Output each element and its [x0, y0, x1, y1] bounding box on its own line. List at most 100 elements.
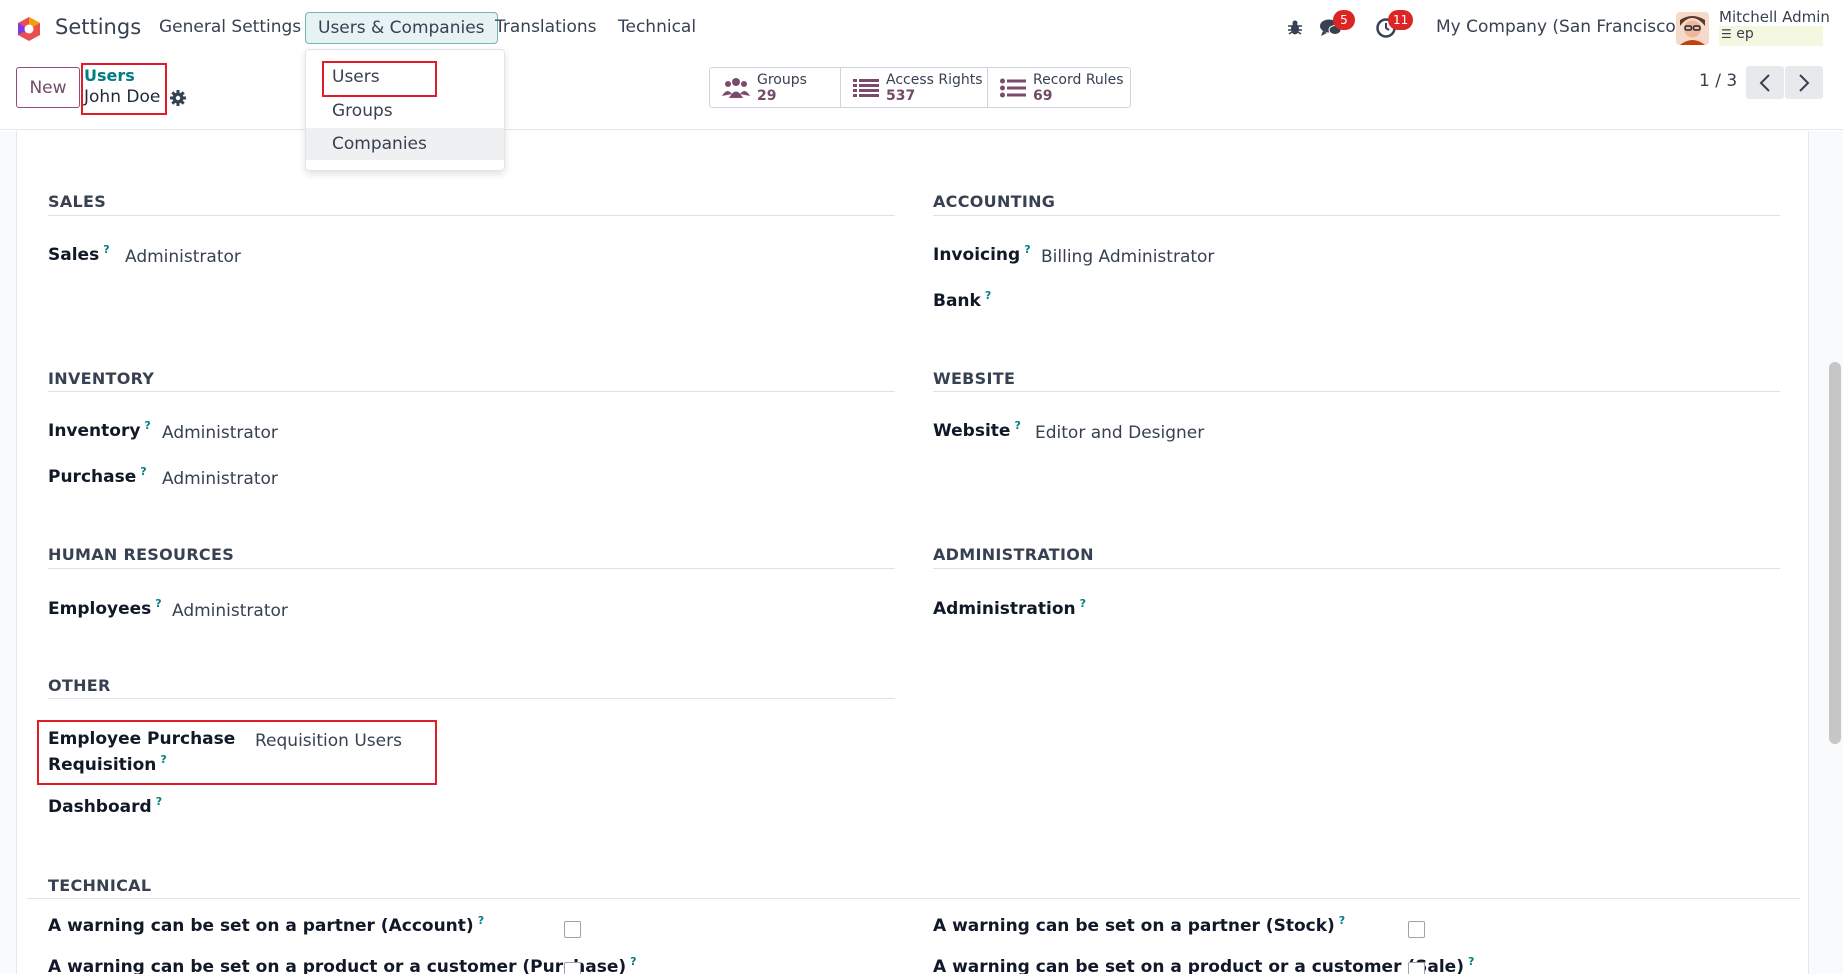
form-content: SALES Sales? Administrator ACCOUNTING In…	[0, 131, 1843, 974]
section-title-accounting: ACCOUNTING	[933, 192, 1056, 211]
groups-stat-button[interactable]: Groups 29	[710, 68, 841, 107]
field-label-sales: Sales?	[48, 243, 110, 265]
activities-badge: 11	[1388, 10, 1414, 30]
database-icon: ☰	[1721, 27, 1732, 41]
field-label-warning-partner-stock: A warning can be set on a partner (Stock…	[933, 914, 1346, 936]
section-title-inventory: INVENTORY	[48, 369, 155, 388]
database-label: ☰ ep	[1719, 26, 1823, 46]
dropdown-item-groups[interactable]: Groups	[306, 95, 504, 127]
field-label-requisition: Requisition?	[48, 753, 167, 775]
vertical-scrollbar[interactable]	[1829, 362, 1841, 744]
section-title-website: WEBSITE	[933, 369, 1016, 388]
access-rights-stat-button[interactable]: Access Rights 537	[841, 68, 988, 107]
app-logo-icon[interactable]	[16, 16, 42, 42]
checkbox-warning-partner-stock[interactable]	[1408, 921, 1425, 938]
section-title-administration: ADMINISTRATION	[933, 545, 1094, 564]
new-button[interactable]: New	[16, 67, 80, 108]
field-label-warning-partner-account: A warning can be set on a partner (Accou…	[48, 914, 485, 936]
users-group-icon	[722, 77, 750, 98]
pager-value[interactable]: 1 / 3	[1699, 71, 1737, 91]
field-label-bank: Bank?	[933, 289, 992, 311]
smart-buttons: Groups 29 Access Rights 537 Record Rules 69	[709, 67, 1131, 108]
section-title-technical: TECHNICAL	[48, 876, 152, 895]
section-title-sales: SALES	[48, 192, 107, 211]
form-sheet: SALES Sales? Administrator ACCOUNTING In…	[16, 131, 1809, 974]
pager-next-button[interactable]	[1785, 66, 1823, 99]
list-icon	[1000, 78, 1026, 97]
help-icon[interactable]: ?	[155, 597, 161, 610]
help-icon[interactable]: ?	[103, 243, 109, 256]
section-divider	[48, 568, 895, 569]
database-name: ep	[1736, 26, 1754, 42]
field-label-warning-product-purchase: A warning can be set on a product or a c…	[48, 955, 637, 974]
record-rules-stat-count: 69	[1033, 87, 1053, 104]
gear-icon[interactable]	[169, 89, 187, 107]
field-value-purchase[interactable]: Administrator	[162, 469, 278, 489]
help-icon[interactable]: ?	[630, 955, 636, 968]
messages-chat-icon[interactable]: 5	[1319, 10, 1355, 40]
breadcrumb-users-link[interactable]: Users	[84, 66, 135, 85]
chevron-left-icon	[1759, 73, 1770, 92]
groups-stat-label: Groups	[757, 71, 807, 88]
help-icon[interactable]: ?	[1014, 419, 1020, 432]
users-item-highlight	[322, 61, 437, 97]
record-rules-stat-label: Record Rules	[1033, 71, 1124, 88]
user-avatar[interactable]	[1676, 12, 1709, 45]
field-label-administration: Administration?	[933, 597, 1087, 619]
help-icon[interactable]: ?	[1468, 955, 1474, 968]
help-icon[interactable]: ?	[1080, 597, 1086, 610]
help-icon[interactable]: ?	[1024, 243, 1030, 256]
checkbox-warning-partner-account[interactable]	[564, 921, 581, 938]
menu-general-settings[interactable]: General Settings	[159, 17, 301, 37]
field-value-inventory[interactable]: Administrator	[162, 423, 278, 443]
help-icon[interactable]: ?	[144, 419, 150, 432]
field-label-invoicing: Invoicing?	[933, 243, 1031, 265]
top-navbar: Settings General Settings Users & Compan…	[0, 0, 1843, 56]
section-divider	[933, 391, 1780, 392]
section-divider	[27, 898, 1800, 899]
checkbox-warning-product-sale[interactable]	[1408, 962, 1425, 974]
groups-stat-count: 29	[757, 87, 777, 104]
access-rights-stat-count: 537	[886, 87, 916, 104]
field-label-warning-product-sale: A warning can be set on a product or a c…	[933, 955, 1475, 974]
chevron-right-icon	[1799, 73, 1810, 92]
breadcrumb-current-record: John Doe	[84, 87, 161, 107]
field-label-employee-purchase: Employee Purchase	[48, 729, 236, 749]
section-title-human-resources: HUMAN RESOURCES	[48, 545, 235, 564]
field-value-employees[interactable]: Administrator	[172, 601, 288, 621]
help-icon[interactable]: ?	[156, 795, 162, 808]
checkbox-warning-product-purchase[interactable]	[564, 962, 581, 974]
list-icon	[853, 78, 879, 97]
access-rights-stat-label: Access Rights	[886, 71, 983, 88]
menu-translations[interactable]: Translations	[495, 17, 597, 37]
user-name[interactable]: Mitchell Admin	[1719, 8, 1830, 26]
field-label-purchase: Purchase?	[48, 465, 147, 487]
control-panel: New Users John Doe Groups 29 Access Right…	[0, 56, 1843, 130]
field-value-website[interactable]: Editor and Designer	[1035, 423, 1204, 443]
users-companies-dropdown: Users Groups Companies	[305, 49, 505, 171]
field-value-sales[interactable]: Administrator	[125, 247, 241, 267]
menu-technical[interactable]: Technical	[618, 17, 696, 37]
help-icon[interactable]: ?	[985, 289, 991, 302]
help-icon[interactable]: ?	[140, 465, 146, 478]
pager-previous-button[interactable]	[1746, 66, 1784, 99]
field-label-employees: Employees?	[48, 597, 162, 619]
section-divider	[48, 698, 895, 699]
debug-bug-icon[interactable]	[1283, 16, 1307, 40]
messages-badge: 5	[1333, 10, 1355, 30]
help-icon[interactable]: ?	[478, 914, 484, 927]
menu-users-companies[interactable]: Users & Companies	[305, 12, 498, 44]
field-value-invoicing[interactable]: Billing Administrator	[1041, 247, 1214, 267]
record-rules-stat-button[interactable]: Record Rules 69	[988, 68, 1130, 107]
field-label-inventory: Inventory?	[48, 419, 151, 441]
dropdown-item-companies[interactable]: Companies	[306, 128, 504, 160]
help-icon[interactable]: ?	[1339, 914, 1345, 927]
app-name[interactable]: Settings	[55, 15, 141, 39]
section-divider	[48, 391, 895, 392]
section-title-other: OTHER	[48, 676, 111, 695]
help-icon[interactable]: ?	[160, 753, 166, 766]
field-value-employee-purchase[interactable]: Requisition Users	[255, 731, 402, 751]
field-label-website: Website?	[933, 419, 1021, 441]
activities-clock-icon[interactable]: 11	[1374, 10, 1414, 40]
company-switcher[interactable]: My Company (San Francisco)	[1436, 17, 1682, 37]
